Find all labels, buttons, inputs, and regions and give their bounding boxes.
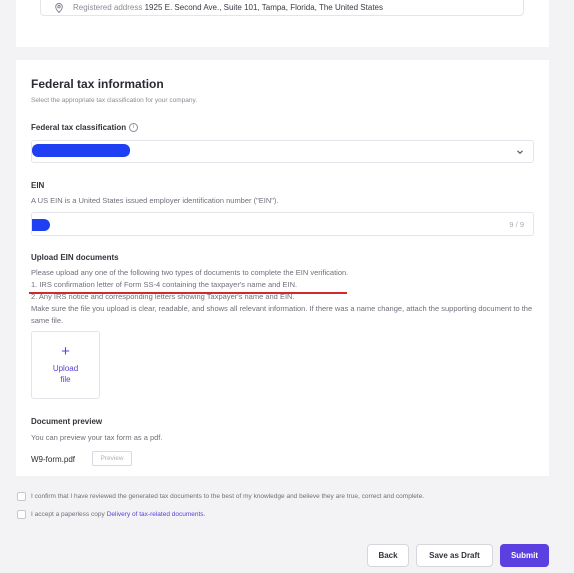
upload-label-line2: file	[60, 375, 71, 384]
upload-instructions-2: 1. IRS confirmation letter of Form SS-4 …	[31, 280, 298, 289]
plus-icon: +	[61, 343, 70, 360]
registered-address-box: Registered address 1925 E. Second Ave., …	[40, 0, 524, 16]
ein-label: EIN	[31, 181, 45, 190]
tax-classification-select[interactable]	[31, 140, 534, 163]
tax-classification-label-text: Federal tax classification	[31, 123, 127, 132]
preview-button[interactable]: Preview	[92, 451, 132, 466]
federal-tax-card: Federal tax information Select the appro…	[16, 60, 549, 476]
save-draft-button[interactable]: Save as Draft	[416, 544, 493, 567]
address-label: Registered address	[73, 3, 143, 12]
address-value: 1925 E. Second Ave., Suite 101, Tampa, F…	[144, 3, 383, 12]
document-preview-help: You can preview your tax form as a pdf.	[31, 433, 163, 442]
back-button[interactable]: Back	[367, 544, 409, 567]
section-title: Federal tax information	[31, 77, 164, 91]
paperless-checkbox[interactable]	[17, 510, 26, 519]
document-preview-label: Document preview	[31, 417, 103, 426]
confirm-checkbox[interactable]	[17, 492, 26, 501]
ein-input[interactable]: 9 / 9	[31, 212, 534, 236]
location-pin-icon	[55, 2, 65, 13]
upload-instructions-1: Please upload any one of the following t…	[31, 268, 349, 277]
redaction-mark	[32, 144, 130, 157]
redaction-mark	[32, 219, 50, 231]
ein-help-text: A US EIN is a United States issued emplo…	[31, 196, 279, 205]
info-icon[interactable]: i	[129, 123, 139, 133]
paperless-text: I accept a paperless copy	[31, 511, 105, 518]
upload-label-line1: Upload	[52, 364, 79, 373]
section-subtitle: Select the appropriate tax classificatio…	[31, 97, 198, 104]
document-filename: W9-form.pdf	[31, 455, 76, 464]
address-card: Registered address 1925 E. Second Ave., …	[16, 0, 549, 47]
tax-classification-label: Federal tax classification i	[31, 123, 139, 133]
submit-button[interactable]: Submit	[500, 544, 549, 567]
upload-file-button[interactable]: + Upload file	[31, 331, 100, 399]
upload-instructions-4: Make sure the file you upload is clear, …	[31, 304, 533, 325]
confirm-row: I confirm that I have reviewed the gener…	[17, 492, 424, 501]
upload-instructions-3: 2. Any IRS notice and corresponding lett…	[31, 292, 295, 301]
paperless-link[interactable]: Delivery of tax-related documents.	[107, 511, 206, 518]
paperless-row: I accept a paperless copy Delivery of ta…	[17, 510, 205, 519]
confirm-text: I confirm that I have reviewed the gener…	[31, 493, 425, 500]
chevron-down-icon	[517, 150, 523, 155]
tax-form-page: Registered address 1925 E. Second Ave., …	[0, 0, 574, 573]
ein-char-counter: 9 / 9	[509, 220, 524, 229]
address-text: Registered address 1925 E. Second Ave., …	[73, 3, 383, 12]
upload-ein-label: Upload EIN documents	[31, 253, 119, 262]
